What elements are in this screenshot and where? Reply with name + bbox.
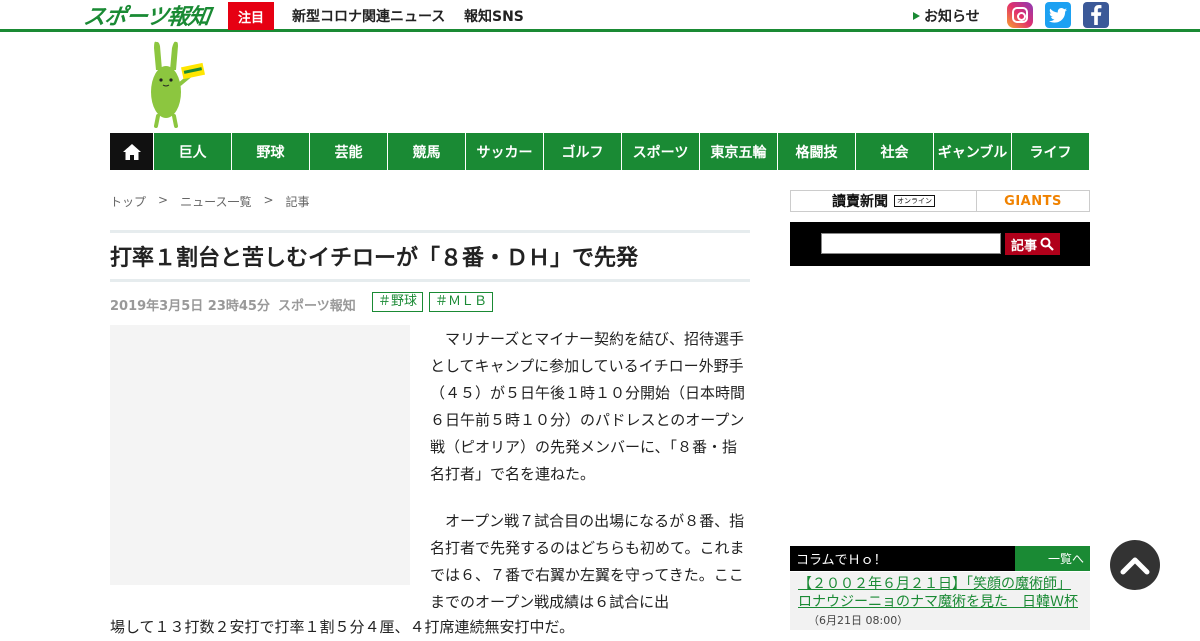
featured-badge: 注目	[228, 2, 274, 30]
column-item[interactable]: 【２００２年６月２１日】「笑顔の魔術師」ロナウジーニョのナマ魔術を見た 日韓Ｗ杯…	[790, 572, 1090, 630]
nav-item-sports[interactable]: スポーツ	[622, 133, 699, 170]
search-button-label: 記事	[1010, 238, 1037, 254]
partner-banner: 讀賣新聞 オンライン GIANTS	[790, 190, 1090, 212]
article-paragraph: オープン戦７試合目の出場になるが８番、指名打者で先発するのはどちらも初めて。これ…	[430, 512, 745, 611]
yomiuri-label: 讀賣新聞	[832, 194, 888, 210]
notice-label: お知らせ	[924, 9, 980, 25]
nav-item-entertainment[interactable]: 芸能	[310, 133, 387, 170]
search-input[interactable]	[821, 233, 1001, 254]
nav-item-horse-racing[interactable]: 競馬	[388, 133, 465, 170]
hochi-sns-link[interactable]: 報知SNS	[464, 6, 524, 26]
chevron-up-icon	[1120, 557, 1150, 575]
facebook-icon[interactable]	[1083, 2, 1109, 28]
tag-mlb[interactable]: ＃ＭＬＢ	[429, 292, 494, 312]
main-nav: 巨人 野球 芸能 競馬 サッカー ゴルフ スポーツ 東京五輪 格闘技 社会 ギャ…	[110, 133, 1090, 170]
giants-link[interactable]: GIANTS	[977, 191, 1089, 211]
notice-link[interactable]: お知らせ	[913, 6, 980, 26]
breadcrumb-news-list[interactable]: ニュース一覧	[180, 193, 251, 210]
breadcrumb-article: 記事	[285, 195, 310, 209]
column-section-title: コラムでＨｏ！	[796, 553, 887, 568]
article-paragraph: マリナーズとマイナー契約を結び、招待選手としてキャンプに参加しているイチロー外野…	[430, 330, 746, 483]
article-body: マリナーズとマイナー契約を結び、招待選手としてキャンプに参加しているイチロー外野…	[430, 326, 750, 636]
breadcrumb-separator: >	[263, 193, 274, 207]
article-title: 打率１割台と苦しむイチローが「８番・ＤＨ」で先発	[110, 246, 639, 271]
nav-item-golf[interactable]: ゴルフ	[544, 133, 621, 170]
article-image-placeholder	[110, 325, 410, 585]
yomiuri-online-label: オンライン	[894, 195, 935, 207]
breadcrumb-separator: >	[158, 193, 169, 207]
site-logo-text: スポーツ報知	[81, 5, 211, 30]
home-icon[interactable]	[110, 133, 153, 170]
article-source: スポーツ報知	[277, 299, 356, 314]
article-paragraph-continued: 場して１３打数２安打で打率１割５分４厘、４打席連続無安打中だ。	[110, 618, 575, 636]
search-box: 記事	[790, 222, 1090, 266]
article-tags: ＃野球 ＃ＭＬＢ	[372, 292, 494, 312]
column-item-title[interactable]: 【２００２年６月２１日】「笑顔の魔術師」ロナウジーニョのナマ魔術を見た 日韓Ｗ杯	[798, 575, 1084, 611]
top-bar: スポーツ報知 注目 新型コロナ関連ニュース 報知SNS お知らせ	[0, 0, 1200, 32]
column-item-date: （6月21日 08:00）	[808, 614, 909, 627]
triangle-right-icon	[913, 12, 920, 20]
article-header: 打率１割台と苦しむイチローが「８番・ＤＨ」で先発	[110, 230, 750, 282]
nav-item-giants[interactable]: 巨人	[154, 133, 231, 170]
column-section-header: コラムでＨｏ！ 一覧へ	[790, 546, 1090, 571]
tag-baseball[interactable]: ＃野球	[372, 292, 424, 312]
article-date: 2019年3月5日 23時45分	[110, 299, 270, 314]
search-button[interactable]: 記事	[1005, 233, 1060, 255]
nav-item-soccer[interactable]: サッカー	[466, 133, 543, 170]
nav-item-baseball[interactable]: 野球	[232, 133, 309, 170]
nav-item-life[interactable]: ライフ	[1012, 133, 1089, 170]
site-logo[interactable]: スポーツ報知	[81, 2, 211, 30]
back-to-top-button[interactable]	[1110, 540, 1160, 590]
breadcrumb-top[interactable]: トップ	[110, 193, 146, 210]
corona-news-link[interactable]: 新型コロナ関連ニュース	[292, 6, 445, 26]
instagram-icon[interactable]	[1007, 2, 1033, 28]
nav-item-martial-arts[interactable]: 格闘技	[778, 133, 855, 170]
twitter-icon[interactable]	[1045, 2, 1071, 28]
yomiuri-online-link[interactable]: 讀賣新聞 オンライン	[791, 191, 977, 211]
search-icon	[1040, 237, 1054, 251]
column-more-link[interactable]: 一覧へ	[1015, 546, 1090, 571]
nav-item-society[interactable]: 社会	[856, 133, 933, 170]
article-meta: 2019年3月5日 23時45分 スポーツ報知	[110, 295, 356, 314]
nav-item-tokyo-olympics[interactable]: 東京五輪	[700, 133, 777, 170]
breadcrumb: トップ > ニュース一覧 > 記事	[110, 193, 310, 210]
mascot-logo[interactable]	[146, 40, 206, 128]
nav-item-gamble[interactable]: ギャンブル	[934, 133, 1011, 170]
